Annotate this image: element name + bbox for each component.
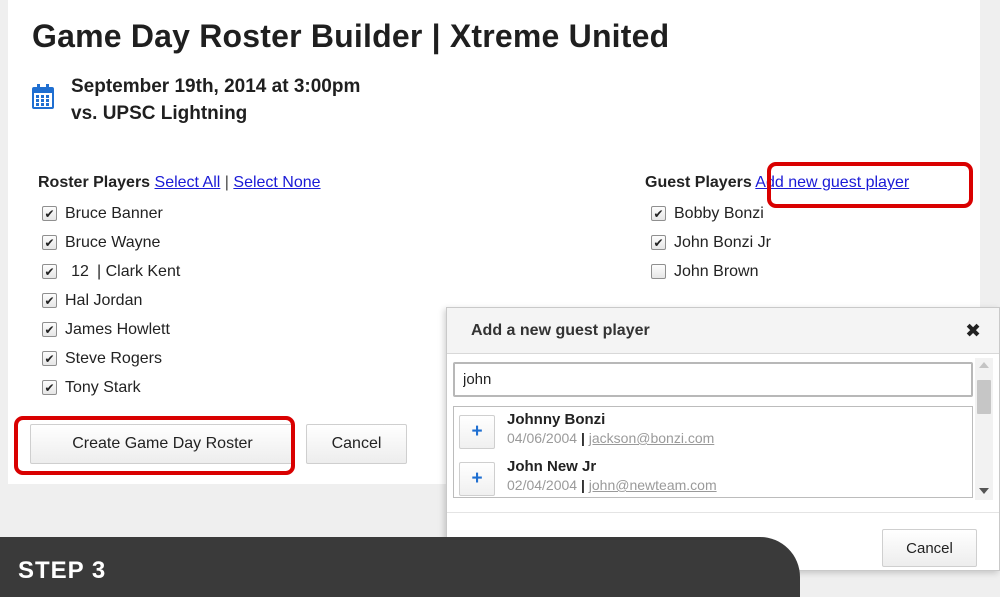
roster-player-row[interactable]: ✔ Hal Jordan	[42, 286, 180, 315]
player-name: James Howlett	[65, 320, 170, 338]
link-separator: |	[224, 174, 229, 191]
roster-player-list: ✔ Bruce Banner ✔ Bruce Wayne ✔ 12 | Clark Ke…	[42, 199, 180, 402]
player-name: Hal Jordan	[65, 291, 143, 309]
guest-players-header: Guest Players Add new guest player	[645, 174, 909, 192]
roster-player-row[interactable]: ✔ Bruce Wayne	[42, 228, 180, 257]
player-checkbox[interactable]: ✔	[42, 235, 57, 250]
cancel-button[interactable]: Cancel	[306, 424, 407, 464]
guest-players-heading: Guest Players	[645, 174, 752, 191]
search-results-list: + Johnny Bonzi 04/06/2004 | jackson@bonz…	[453, 406, 973, 498]
roster-player-row[interactable]: ✔ Steve Rogers	[42, 344, 180, 373]
page-title: Game Day Roster Builder | Xtreme United	[32, 18, 670, 54]
modal-cancel-button[interactable]: Cancel	[882, 529, 977, 567]
meta-separator: |	[580, 477, 585, 493]
player-checkbox[interactable]: ✔	[42, 322, 57, 337]
roster-player-row[interactable]: ✔ James Howlett	[42, 315, 180, 344]
add-guest-plus-button[interactable]: +	[459, 415, 495, 449]
guest-name: Bobby Bonzi	[674, 204, 764, 222]
scroll-down-arrow-icon[interactable]	[979, 488, 989, 494]
guest-player-row[interactable]: ✔ John Brown	[651, 257, 771, 286]
guest-name: John Brown	[674, 262, 759, 280]
player-checkbox[interactable]: ✔	[42, 293, 57, 308]
result-name: Johnny Bonzi	[507, 411, 606, 428]
roster-player-row[interactable]: ✔ Bruce Banner	[42, 199, 180, 228]
guest-checkbox[interactable]: ✔	[651, 206, 666, 221]
results-scrollbar[interactable]	[975, 358, 993, 500]
guest-name: John Bonzi Jr	[674, 233, 771, 251]
event-opponent: vs. UPSC Lightning	[71, 103, 248, 124]
roster-player-row[interactable]: ✔ Tony Stark	[42, 373, 180, 402]
player-checkbox[interactable]: ✔	[42, 206, 57, 221]
guest-search-input[interactable]	[453, 362, 973, 397]
create-game-day-roster-button[interactable]: Create Game Day Roster	[30, 424, 295, 464]
search-result-row: + John New Jr 02/04/2004 | john@newteam.…	[454, 454, 972, 497]
result-email-link[interactable]: jackson@bonzi.com	[589, 430, 715, 446]
search-result-row: + Johnny Bonzi 04/06/2004 | jackson@bonz…	[454, 407, 972, 454]
scroll-up-arrow-icon[interactable]	[979, 362, 989, 368]
modal-title: Add a new guest player	[471, 322, 650, 339]
player-checkbox[interactable]: ✔	[42, 351, 57, 366]
result-dob: 02/04/2004	[507, 477, 578, 493]
roster-players-heading: Roster Players	[38, 174, 151, 191]
event-date: September 19th, 2014 at 3:00pm	[71, 76, 361, 97]
select-all-link[interactable]: Select All	[155, 174, 221, 191]
player-checkbox[interactable]: ✔	[42, 380, 57, 395]
player-name: Bruce Banner	[65, 204, 163, 222]
close-icon[interactable]: ✖	[965, 320, 981, 343]
result-meta: 04/06/2004 | jackson@bonzi.com	[507, 430, 714, 446]
player-name: | Clark Kent	[97, 262, 181, 280]
player-name: Tony Stark	[65, 378, 141, 396]
select-none-link[interactable]: Select None	[233, 174, 320, 191]
modal-header: Add a new guest player ✖	[447, 308, 999, 354]
meta-separator: |	[580, 430, 585, 446]
result-email-link[interactable]: john@newteam.com	[589, 477, 717, 493]
player-name: Steve Rogers	[65, 349, 162, 367]
result-meta: 02/04/2004 | john@newteam.com	[507, 477, 717, 493]
result-dob: 04/06/2004	[507, 430, 578, 446]
calendar-icon	[32, 84, 54, 109]
roster-player-row[interactable]: ✔ 12 | Clark Kent	[42, 257, 180, 286]
guest-checkbox[interactable]: ✔	[651, 235, 666, 250]
roster-players-header: Roster Players Select All | Select None	[38, 174, 321, 192]
jersey-number: 12	[71, 262, 89, 280]
result-name: John New Jr	[507, 458, 597, 475]
player-name: Bruce Wayne	[65, 233, 161, 251]
guest-checkbox[interactable]: ✔	[651, 264, 666, 279]
step-label: STEP 3	[18, 557, 107, 584]
guest-player-row[interactable]: ✔ Bobby Bonzi	[651, 199, 771, 228]
add-guest-modal: Add a new guest player ✖ + Johnny Bonzi …	[446, 307, 1000, 571]
step-banner: STEP 3	[0, 537, 800, 597]
player-checkbox[interactable]: ✔	[42, 264, 57, 279]
add-new-guest-link[interactable]: Add new guest player	[755, 174, 909, 191]
add-guest-plus-button[interactable]: +	[459, 462, 495, 496]
guest-player-row[interactable]: ✔ John Bonzi Jr	[651, 228, 771, 257]
scroll-thumb[interactable]	[977, 380, 991, 414]
guest-player-list: ✔ Bobby Bonzi ✔ John Bonzi Jr ✔ John Brown	[651, 199, 771, 286]
